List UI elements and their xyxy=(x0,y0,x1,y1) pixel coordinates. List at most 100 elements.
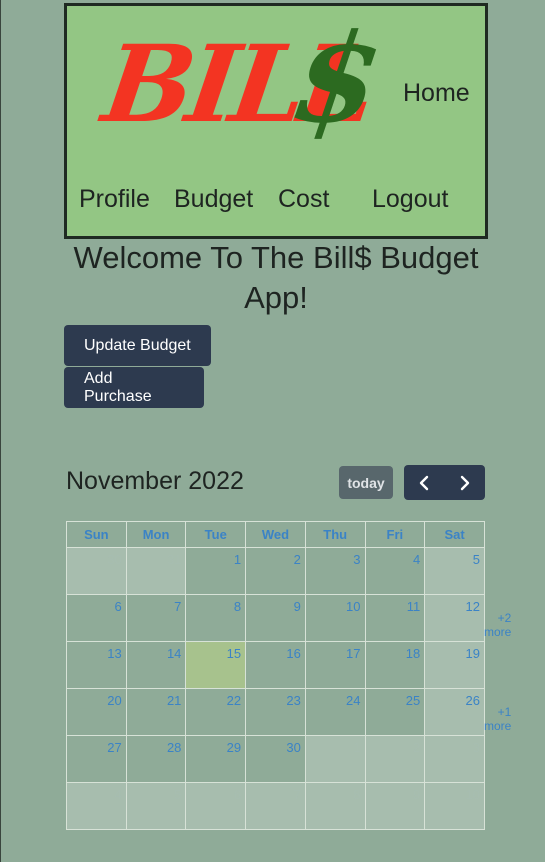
day-number[interactable]: 1 xyxy=(306,736,365,755)
calendar-day[interactable]: 27 xyxy=(66,735,127,783)
update-budget-button[interactable]: Update Budget xyxy=(64,325,211,366)
day-number[interactable]: 21 xyxy=(127,689,186,708)
calendar-day[interactable]: 8 xyxy=(304,782,366,830)
day-number[interactable]: 1 xyxy=(186,548,245,567)
day-number[interactable]: 24 xyxy=(306,689,365,708)
day-number[interactable]: 11 xyxy=(366,595,425,614)
calendar-day-today[interactable]: 15 xyxy=(185,641,247,689)
day-number[interactable]: 5 xyxy=(127,783,186,802)
day-number[interactable]: 9 xyxy=(366,783,425,802)
day-number[interactable]: 6 xyxy=(186,783,245,802)
calendar-day[interactable]: 9 xyxy=(364,782,426,830)
calendar-day[interactable]: 20 xyxy=(66,688,127,736)
calendar-day[interactable]: 3 xyxy=(424,735,485,783)
day-number[interactable]: 10 xyxy=(425,783,484,802)
calendar-next-button[interactable] xyxy=(445,465,486,500)
calendar-day[interactable]: 8 xyxy=(185,594,247,642)
calendar-day[interactable]: 28 xyxy=(125,735,187,783)
calendar-day[interactable]: 18 xyxy=(364,641,426,689)
nav-cost-link[interactable]: Cost xyxy=(278,185,329,214)
day-number[interactable]: 20 xyxy=(67,689,126,708)
calendar-day[interactable]: 6 xyxy=(66,594,127,642)
day-number[interactable]: 15 xyxy=(186,642,245,661)
day-number[interactable]: 8 xyxy=(186,595,245,614)
calendar-today-button[interactable]: today xyxy=(339,466,393,499)
calendar-day[interactable]: 30 xyxy=(66,547,127,595)
bills-logo[interactable]: BILL $ xyxy=(96,6,390,151)
calendar-day[interactable]: 22 xyxy=(185,688,247,736)
nav-profile-link[interactable]: Profile xyxy=(79,185,150,214)
day-number[interactable]: 29 xyxy=(186,736,245,755)
calendar-day[interactable]: 6 xyxy=(185,782,247,830)
day-number[interactable]: 2 xyxy=(366,736,425,755)
day-number[interactable]: 4 xyxy=(366,548,425,567)
calendar-day[interactable]: 21 xyxy=(125,688,187,736)
calendar-day[interactable]: 12 +2 more xyxy=(424,594,511,642)
calendar-title: November 2022 xyxy=(66,467,244,495)
calendar-day[interactable]: 1 xyxy=(304,735,366,783)
day-number[interactable]: 28 xyxy=(127,736,186,755)
day-number[interactable]: 23 xyxy=(246,689,305,708)
calendar-day[interactable]: 5 xyxy=(125,782,187,830)
day-number[interactable]: 6 xyxy=(67,595,126,614)
nav-logout-link[interactable]: Logout xyxy=(372,185,448,214)
calendar-day[interactable]: 17 xyxy=(304,641,366,689)
day-number[interactable]: 3 xyxy=(425,736,484,755)
calendar-day[interactable]: 25 xyxy=(364,688,426,736)
day-number[interactable]: 16 xyxy=(246,642,305,661)
day-number[interactable]: 30 xyxy=(67,548,126,567)
calendar-day[interactable]: 29 xyxy=(185,735,247,783)
calendar-day[interactable]: 19 xyxy=(424,641,485,689)
calendar-day[interactable]: 4 xyxy=(364,547,426,595)
calendar-day[interactable]: 2 xyxy=(245,547,306,595)
calendar-day[interactable]: 10 xyxy=(304,594,366,642)
day-number[interactable]: 8 xyxy=(306,783,365,802)
calendar-day[interactable]: 11 xyxy=(364,594,426,642)
calendar-day[interactable]: 7 xyxy=(125,594,187,642)
day-number[interactable]: 27 xyxy=(67,736,126,755)
calendar-day[interactable]: 16 xyxy=(245,641,306,689)
day-number[interactable]: 9 xyxy=(246,595,305,614)
day-number[interactable]: 12 xyxy=(425,595,484,614)
calendar-week-row: 20 21 22 23 24 25 26 +1 more xyxy=(66,688,511,736)
calendar-day[interactable]: 1 xyxy=(185,547,247,595)
day-number[interactable]: 14 xyxy=(127,642,186,661)
day-number[interactable]: 18 xyxy=(366,642,425,661)
day-number[interactable]: 25 xyxy=(366,689,425,708)
calendar-day[interactable]: 2 xyxy=(364,735,426,783)
day-number[interactable]: 4 xyxy=(67,783,126,802)
day-number[interactable]: 17 xyxy=(306,642,365,661)
day-number[interactable]: 13 xyxy=(67,642,126,661)
day-number[interactable]: 7 xyxy=(246,783,305,802)
day-number[interactable]: 7 xyxy=(127,595,186,614)
calendar-day[interactable]: 23 xyxy=(245,688,306,736)
day-number[interactable]: 31 xyxy=(127,548,186,567)
day-number[interactable]: 26 xyxy=(425,689,484,708)
nav-home-link[interactable]: Home xyxy=(403,79,470,108)
calendar-day[interactable]: 5 xyxy=(424,547,485,595)
calendar-day[interactable]: 7 xyxy=(245,782,306,830)
add-purchase-button[interactable]: Add Purchase xyxy=(64,367,204,408)
calendar-day[interactable]: 14+1 more xyxy=(125,641,213,689)
calendar-day[interactable]: 13 xyxy=(66,641,127,689)
calendar-day[interactable]: 31 xyxy=(125,547,187,595)
day-number[interactable]: 10 xyxy=(306,595,365,614)
calendar-prev-button[interactable] xyxy=(404,465,445,500)
calendar-day[interactable]: 4 xyxy=(66,782,127,830)
day-number[interactable]: 3 xyxy=(306,548,365,567)
more-events-link[interactable]: +2 more xyxy=(484,611,511,639)
nav-budget-link[interactable]: Budget xyxy=(174,185,253,214)
day-number[interactable]: 30 xyxy=(246,736,305,755)
calendar-day[interactable]: 26 +1 more xyxy=(424,688,511,736)
more-events-link[interactable]: +1 more xyxy=(484,705,511,733)
calendar-grid: Sun Mon Tue Wed Thu Fri Sat 30 31 1 2 3 4 5 6 7 8 9 10 11 1… xyxy=(66,521,511,830)
calendar-day[interactable]: 3 xyxy=(304,547,366,595)
calendar-day[interactable]: 30 xyxy=(245,735,306,783)
calendar-day[interactable]: 9 xyxy=(245,594,306,642)
day-number[interactable]: 5 xyxy=(425,548,484,567)
calendar-day[interactable]: 24 xyxy=(304,688,366,736)
calendar-day[interactable]: 10 xyxy=(424,782,485,830)
day-number[interactable]: 19 xyxy=(425,642,484,661)
day-number[interactable]: 2 xyxy=(246,548,305,567)
day-number[interactable]: 22 xyxy=(186,689,245,708)
